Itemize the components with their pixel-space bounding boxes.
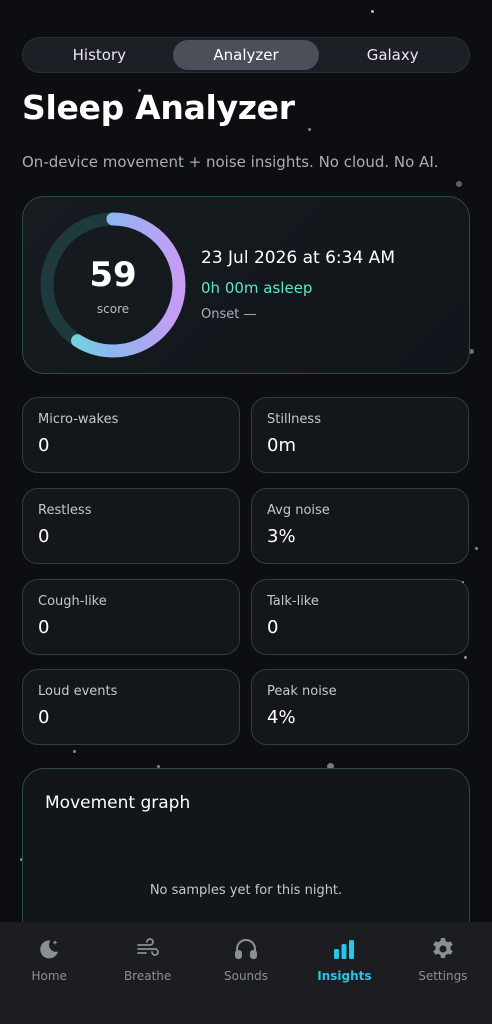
stat-label: Avg noise: [267, 503, 330, 518]
stat-label: Peak noise: [267, 684, 337, 699]
stat-card-stillness[interactable]: Stillness 0m: [251, 397, 469, 473]
stat-value: 0: [38, 435, 50, 456]
stat-card-restless[interactable]: Restless 0: [22, 488, 240, 564]
nav-label: Breathe: [123, 969, 172, 983]
stat-label: Talk-like: [267, 594, 319, 609]
nav-label: Settings: [418, 969, 468, 983]
stat-value: 0: [38, 707, 50, 728]
stat-card-avg-noise[interactable]: Avg noise 3%: [251, 488, 469, 564]
tab-galaxy[interactable]: Galaxy: [319, 40, 466, 70]
nav-sounds[interactable]: Sounds: [197, 922, 295, 1024]
nav-insights[interactable]: Insights: [295, 922, 393, 1024]
score-label: score: [96, 302, 130, 316]
page-subtitle: On-device movement + noise insights. No …: [22, 153, 439, 171]
movement-graph-title: Movement graph: [45, 793, 191, 813]
nav-label: Insights: [317, 969, 372, 983]
gear-icon: [433, 938, 453, 958]
stat-label: Loud events: [38, 684, 118, 699]
stat-label: Restless: [38, 503, 92, 518]
stat-card-micro-wakes[interactable]: Micro-wakes 0: [22, 397, 240, 473]
headphones-icon: [235, 939, 258, 959]
score-value: 59: [89, 255, 137, 295]
segmented-tab-bar: History Analyzer Galaxy: [22, 37, 470, 73]
asleep-duration: 0h 00m asleep: [201, 279, 313, 297]
sleep-date: 23 Jul 2026 at 6:34 AM: [201, 248, 395, 268]
movement-graph-empty-state: No samples yet for this night.: [149, 883, 343, 898]
bottom-nav: Home Breathe Sounds Insights Settings: [0, 922, 492, 1024]
stat-value: 0: [38, 617, 50, 638]
stat-label: Micro-wakes: [38, 412, 119, 427]
nav-settings[interactable]: Settings: [394, 922, 492, 1024]
nav-home[interactable]: Home: [0, 922, 98, 1024]
stat-label: Cough-like: [38, 594, 107, 609]
stat-value: 0m: [267, 435, 296, 456]
nav-label: Home: [31, 969, 67, 983]
stat-card-loud-events[interactable]: Loud events 0: [22, 669, 240, 745]
stat-value: 4%: [267, 707, 296, 728]
stat-value: 0: [38, 526, 50, 547]
nav-breathe[interactable]: Breathe: [98, 922, 196, 1024]
page-title: Sleep Analyzer: [22, 88, 295, 127]
bar-chart-icon: [334, 940, 355, 959]
stat-value: 3%: [267, 526, 296, 547]
wind-icon: [136, 938, 159, 956]
moon-icon: [40, 940, 59, 959]
nav-label: Sounds: [223, 969, 269, 983]
stat-value: 0: [267, 617, 279, 638]
stat-card-peak-noise[interactable]: Peak noise 4%: [251, 669, 469, 745]
stat-card-talk-like[interactable]: Talk-like 0: [251, 579, 469, 655]
tab-analyzer[interactable]: Analyzer: [172, 40, 320, 70]
stat-card-cough-like[interactable]: Cough-like 0: [22, 579, 240, 655]
sleep-onset: Onset —: [201, 307, 257, 322]
stat-label: Stillness: [267, 412, 321, 427]
sleep-score-card[interactable]: 59 score 23 Jul 2026 at 6:34 AM 0h 00m a…: [22, 196, 470, 374]
tab-history[interactable]: History: [26, 40, 173, 70]
